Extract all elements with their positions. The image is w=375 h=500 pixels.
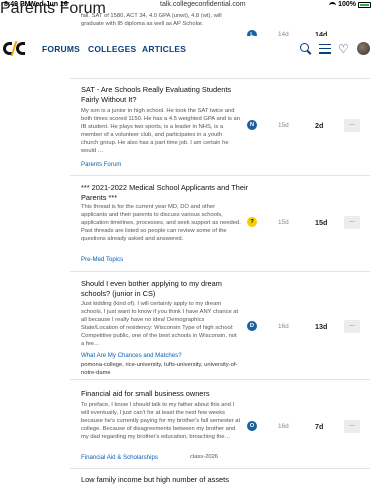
status-right: 100% <box>329 1 371 8</box>
avatar[interactable] <box>357 42 370 55</box>
more-button[interactable]: ... <box>344 216 360 229</box>
poster-avatar[interactable]: D <box>247 321 257 331</box>
topic-excerpt: This thread is for the current year MD, … <box>81 204 241 242</box>
topic-category[interactable]: Financial Aid & Scholarships <box>81 454 158 461</box>
battery-percent: 100% <box>338 1 356 8</box>
topic-excerpt: Just kidding (kind of). I will certainly… <box>81 301 239 347</box>
url-bar[interactable]: talk.collegeconfidential.com <box>160 1 246 8</box>
topic-row[interactable]: Financial aid for small business owners … <box>70 381 370 469</box>
heart-icon[interactable]: ♡ <box>338 43 350 55</box>
search-icon[interactable] <box>300 42 312 55</box>
more-button[interactable]: ... <box>344 119 360 132</box>
views-count: 15d <box>278 219 289 226</box>
poster-avatar[interactable]: O <box>247 421 257 431</box>
activity-time[interactable]: 7d <box>315 422 323 431</box>
header-icons: ♡ <box>300 42 370 55</box>
topic-excerpt: My son is a junior in high school. He to… <box>81 108 240 154</box>
nav-articles[interactable]: ARTICLES <box>142 44 186 54</box>
main-nav: FORUMS COLLEGES ARTICLES <box>42 44 186 54</box>
topic-row[interactable]: *** 2021-2022 Medical School Applicants … <box>70 177 370 272</box>
views-count: 15d <box>278 122 289 129</box>
more-button[interactable]: ... <box>344 420 360 433</box>
menu-icon[interactable] <box>319 43 331 54</box>
nav-colleges[interactable]: COLLEGES <box>88 44 142 54</box>
wifi-icon <box>329 2 337 7</box>
site-logo[interactable] <box>3 40 25 57</box>
poster-avatar[interactable]: N <box>247 120 257 130</box>
topic-row[interactable]: SAT - Are Schools Really Evaluating Stud… <box>70 79 370 176</box>
topic-category[interactable]: What Are My Chances and Matches? <box>81 352 182 359</box>
topic-row[interactable]: Should I even bother applying to my drea… <box>70 273 370 380</box>
status-date: Wed Jun 16 <box>29 1 68 8</box>
more-button[interactable]: ... <box>344 320 360 333</box>
views-count: 16d <box>278 423 289 430</box>
topic-excerpt: fall. SAT of 1580, ACT 34, 4.0 GPA (unwt… <box>81 13 222 27</box>
topic-excerpt: To preface, I know I should talk to my f… <box>81 402 241 440</box>
topic-tags[interactable]: class-2026 <box>190 454 218 460</box>
topic-title[interactable]: Should I even bother applying to my drea… <box>81 279 251 298</box>
nav-forums[interactable]: FORUMS <box>42 44 88 54</box>
topic-title[interactable]: SAT - Are Schools Really Evaluating Stud… <box>81 85 251 104</box>
poster-avatar[interactable]: ? <box>247 217 257 227</box>
topic-title[interactable]: *** 2021-2022 Medical School Applicants … <box>81 183 251 202</box>
status-time: 8:49 PM <box>4 1 31 8</box>
activity-time[interactable]: 13d <box>315 322 327 331</box>
activity-time[interactable]: 2d <box>315 121 323 130</box>
topic-title[interactable]: Low family income but high number of ass… <box>81 475 251 485</box>
topic-tags[interactable]: pomona-college, rice-university, tufts-u… <box>81 361 241 377</box>
topic-category[interactable]: Pre-Med Topics <box>81 256 123 263</box>
topic-list: fall. SAT of 1580, ACT 34, 4.0 GPA (unwt… <box>0 0 375 500</box>
views-count: 16d <box>278 323 289 330</box>
battery-icon <box>358 1 371 8</box>
activity-time[interactable]: 15d <box>315 218 327 227</box>
topic-title[interactable]: Financial aid for small business owners <box>81 389 251 399</box>
topic-category[interactable]: Parents Forum <box>81 161 121 168</box>
topic-row[interactable]: Low family income but high number of ass… <box>70 470 370 500</box>
status-bar: 8:49 PM Wed Jun 16 talk.collegeconfident… <box>0 0 375 11</box>
site-header: FORUMS COLLEGES ARTICLES ♡ <box>0 36 375 64</box>
